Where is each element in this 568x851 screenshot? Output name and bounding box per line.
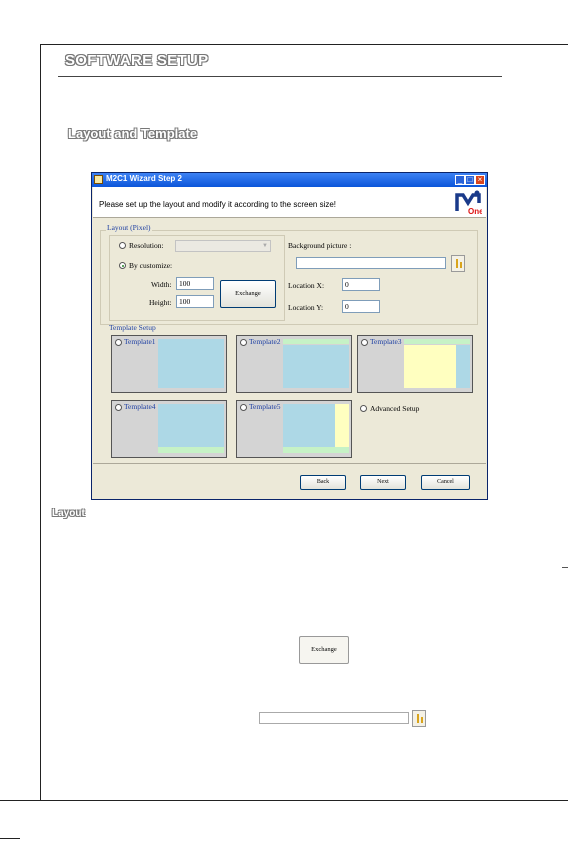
width-label: Width: [151, 280, 172, 289]
minimize-icon[interactable]: _ [455, 175, 465, 185]
close-icon[interactable]: × [475, 175, 485, 185]
template5-side-preview [335, 404, 349, 447]
page-border-top [40, 44, 568, 45]
location-y-input[interactable]: 0 [342, 300, 380, 313]
template5-bottom-bar [283, 447, 349, 453]
page-border-left [40, 44, 41, 800]
template4-label: Template4 [124, 402, 156, 411]
maximize-icon[interactable]: □ [465, 175, 475, 185]
next-button[interactable]: Next [360, 475, 406, 490]
template2-label: Template2 [249, 337, 281, 346]
page-border-bottom [0, 800, 568, 801]
location-x-label: Location X: [288, 281, 325, 290]
wizard-instruction: Please set up the layout and modify it a… [99, 200, 337, 209]
chevron-down-icon: ▼ [262, 243, 268, 249]
template3-label: Template3 [370, 337, 402, 346]
template4-preview [158, 404, 224, 447]
location-x-input[interactable]: 0 [342, 278, 380, 291]
app-icon [94, 175, 103, 184]
margin-tick [562, 567, 568, 568]
background-picture-label: Background picture : [288, 241, 352, 250]
exchange-button-sample[interactable]: Exchange [299, 636, 349, 664]
background-picture-field-sample[interactable] [259, 712, 409, 724]
footer-separator [93, 463, 486, 464]
header-underline [58, 76, 502, 77]
layout-group-label: Layout (Pixel) [106, 223, 152, 232]
template2-top-bar [283, 339, 349, 344]
wizard-window: M2C1 Wizard Step 2 _ □ × Please set up t… [91, 172, 488, 500]
advanced-setup-radio[interactable] [360, 405, 367, 412]
template4-option[interactable]: Template4 [111, 400, 227, 458]
height-input[interactable]: 100 [176, 295, 214, 308]
template4-radio[interactable] [115, 404, 122, 411]
template1-label: Template1 [124, 337, 156, 346]
template3-top-bar [404, 339, 470, 344]
template1-preview [158, 339, 224, 388]
width-input[interactable]: 100 [176, 277, 214, 290]
template1-radio[interactable] [115, 339, 122, 346]
wizard-titlebar: M2C1 Wizard Step 2 _ □ × [92, 173, 487, 187]
height-label: Height: [149, 298, 172, 307]
template5-radio[interactable] [240, 404, 247, 411]
template3-side-preview [456, 345, 470, 388]
cancel-button[interactable]: Cancel [421, 475, 470, 490]
subsection-title: Layout and Template [68, 126, 198, 141]
location-y-label: Location Y: [288, 303, 324, 312]
wizard-title: M2C1 Wizard Step 2 [106, 174, 182, 183]
browse-folder-icon[interactable] [451, 255, 465, 272]
m2c1-logo-icon: One [454, 189, 482, 215]
template2-radio[interactable] [240, 339, 247, 346]
advanced-setup-label: Advanced Setup [370, 404, 420, 413]
template2-option[interactable]: Template2 [236, 335, 352, 393]
corner-mark [0, 838, 20, 839]
template3-main-preview [404, 345, 456, 388]
logo-text: One [468, 207, 482, 215]
figure-caption: Layout [52, 508, 85, 519]
template2-preview [283, 345, 349, 388]
resolution-select[interactable]: ▼ [175, 240, 271, 252]
resolution-radio[interactable] [119, 242, 126, 249]
by-customize-radio[interactable] [119, 262, 126, 269]
template3-option[interactable]: Template3 [357, 335, 473, 393]
background-picture-input[interactable] [296, 257, 446, 269]
template4-bottom-bar [158, 447, 224, 453]
template5-main-preview [283, 404, 335, 447]
template1-option[interactable]: Template1 [111, 335, 227, 393]
exchange-button[interactable]: Exchange [220, 280, 276, 308]
template5-option[interactable]: Template5 [236, 400, 352, 458]
template3-radio[interactable] [361, 339, 368, 346]
resolution-label: Resolution: [129, 241, 164, 250]
back-button[interactable]: Back [300, 475, 346, 490]
browse-folder-icon-sample[interactable] [412, 710, 426, 727]
template5-label: Template5 [249, 402, 281, 411]
template-setup-label: Template Setup [109, 323, 156, 332]
wizard-banner: Please set up the layout and modify it a… [93, 187, 486, 218]
by-customize-label: By customize: [129, 261, 173, 270]
section-title: SOFTWARE SETUP [65, 52, 209, 69]
